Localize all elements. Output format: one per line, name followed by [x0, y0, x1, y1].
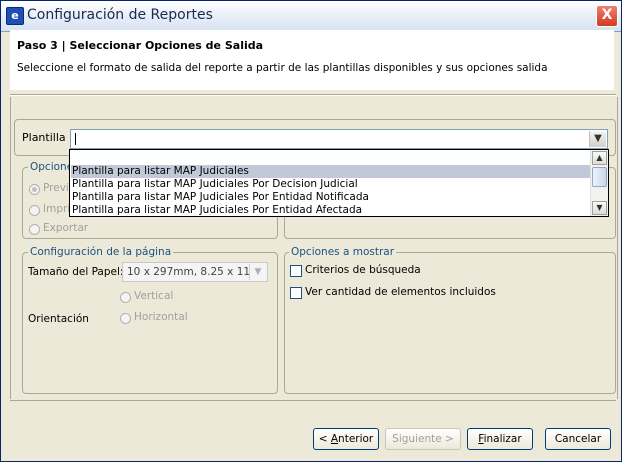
vertical-radio[interactable] — [120, 292, 131, 303]
orientation-label: Orientación — [28, 313, 89, 325]
dropdown-option[interactable]: Plantilla para listar MAP Judiciales Por… — [71, 191, 592, 204]
paper-size-label: Tamaño del Papel: — [28, 266, 124, 278]
dropdown-option[interactable]: Plantilla para listar MAP Judiciales — [71, 165, 592, 178]
dropdown-option[interactable]: Plantilla para listar MAP Judiciales Por… — [71, 204, 592, 217]
print-radio-label: Impri — [43, 203, 71, 215]
window-title: Configuración de Reportes — [27, 7, 213, 23]
next-button[interactable]: Siguiente > — [385, 428, 461, 450]
preview-radio[interactable] — [29, 184, 40, 195]
paper-size-value: 10 x 297mm, 8.25 x 11.7 — [127, 266, 249, 278]
close-button[interactable]: X — [596, 5, 618, 27]
back-button-rest: nterior — [338, 433, 374, 445]
page-config-legend: Configuración de la página — [28, 246, 174, 258]
back-button-mnemonic: A — [330, 433, 339, 445]
search-criteria-label: Criterios de búsqueda — [305, 264, 421, 276]
vertical-radio-label: Vertical — [134, 290, 174, 302]
title-bar[interactable]: e Configuración de Reportes X — [1, 1, 621, 32]
finish-button[interactable]: Finalizar — [467, 428, 533, 450]
back-button[interactable]: < Anterior — [313, 428, 379, 450]
chevron-down-icon: ▼ — [249, 264, 266, 280]
print-radio[interactable] — [29, 205, 40, 216]
template-combobox[interactable]: ▼ — [70, 129, 608, 149]
wizard-header: Paso 3 | Seleccionar Opciones de Salida … — [10, 30, 614, 90]
chevron-down-icon[interactable]: ▼ — [589, 131, 606, 147]
scroll-up-icon[interactable]: ▲ — [592, 151, 607, 165]
template-dropdown-list[interactable]: Plantilla para listar MAP Judiciales Pla… — [69, 149, 609, 217]
finish-button-rest: inalizar — [483, 433, 522, 445]
text-caret — [75, 133, 76, 145]
cancel-button[interactable]: Cancelar — [545, 428, 611, 450]
dropdown-option[interactable]: Plantilla para listar MAP Judiciales Por… — [71, 178, 592, 191]
template-label: Plantilla — [22, 131, 66, 144]
horizontal-radio[interactable] — [120, 313, 131, 324]
search-criteria-checkbox[interactable] — [290, 265, 302, 277]
scroll-thumb[interactable] — [592, 167, 607, 187]
footer-divider — [10, 400, 616, 401]
app-icon: e — [6, 7, 24, 25]
element-count-checkbox[interactable] — [290, 287, 302, 299]
horizontal-radio-label: Horizontal — [134, 311, 188, 323]
back-button-lead: < — [318, 433, 331, 445]
paper-size-select[interactable]: 10 x 297mm, 8.25 x 11.7 ▼ — [122, 262, 268, 282]
step-title: Paso 3 | Seleccionar Opciones de Salida — [17, 39, 264, 52]
element-count-label: Ver cantidad de elementos incluidos — [305, 286, 496, 298]
export-radio-label: Exportar — [43, 222, 89, 234]
header-divider — [10, 94, 616, 96]
step-description: Seleccione el formato de salida del repo… — [17, 62, 548, 74]
show-options-legend: Opciones a mostrar — [289, 246, 397, 258]
preview-radio-label: Previ — [43, 182, 69, 194]
scroll-down-icon[interactable]: ▼ — [592, 201, 607, 215]
dropdown-scrollbar[interactable]: ▲ ▼ — [590, 150, 608, 216]
export-radio[interactable] — [29, 224, 40, 235]
